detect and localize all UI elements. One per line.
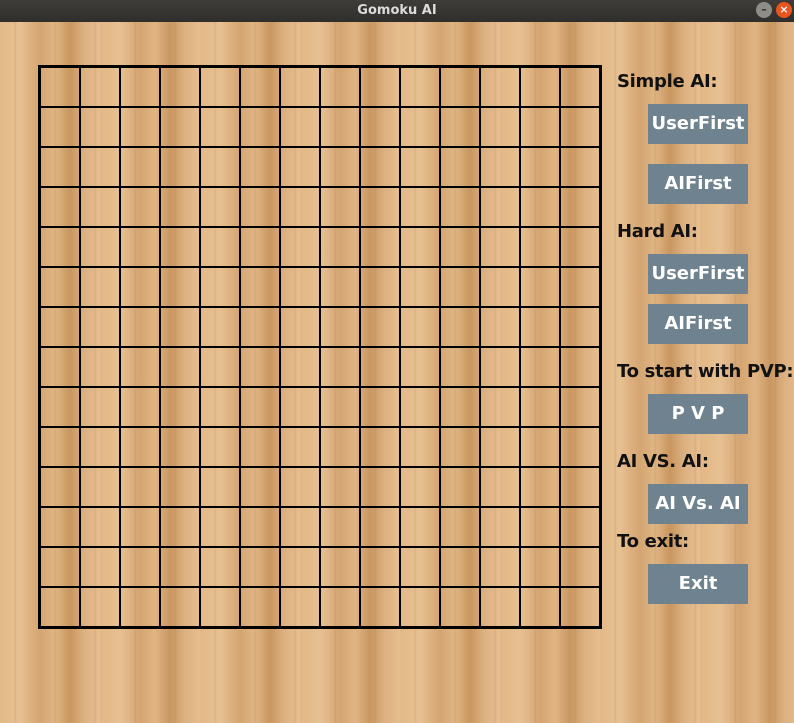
ai-vs-ai-button[interactable]: AI Vs. AI (648, 484, 748, 524)
simple-ai-label: Simple AI: (617, 71, 718, 92)
game-area: Simple AI: UserFirst AIFirst Hard AI: Us… (0, 22, 794, 723)
ai-vs-ai-label: AI VS. AI: (617, 451, 709, 472)
exit-button[interactable]: Exit (648, 564, 748, 604)
exit-label: To exit: (617, 531, 689, 552)
window-title: Gomoku AI (357, 3, 437, 18)
pvp-label: To start with PVP: (617, 361, 794, 382)
title-bar[interactable]: Gomoku AI – × (0, 0, 794, 22)
simple-ai-ai-first-button[interactable]: AIFirst (648, 164, 748, 204)
hard-ai-user-first-button[interactable]: UserFirst (648, 254, 748, 294)
hard-ai-label: Hard AI: (617, 221, 698, 242)
gomoku-board[interactable] (38, 65, 602, 629)
simple-ai-user-first-button[interactable]: UserFirst (648, 104, 748, 144)
minimize-icon[interactable]: – (756, 2, 772, 18)
app-window: Gomoku AI – × Simple AI: UserFirst AIFir… (0, 0, 794, 723)
close-icon[interactable]: × (776, 2, 792, 18)
pvp-button[interactable]: P V P (648, 394, 748, 434)
hard-ai-ai-first-button[interactable]: AIFirst (648, 304, 748, 344)
